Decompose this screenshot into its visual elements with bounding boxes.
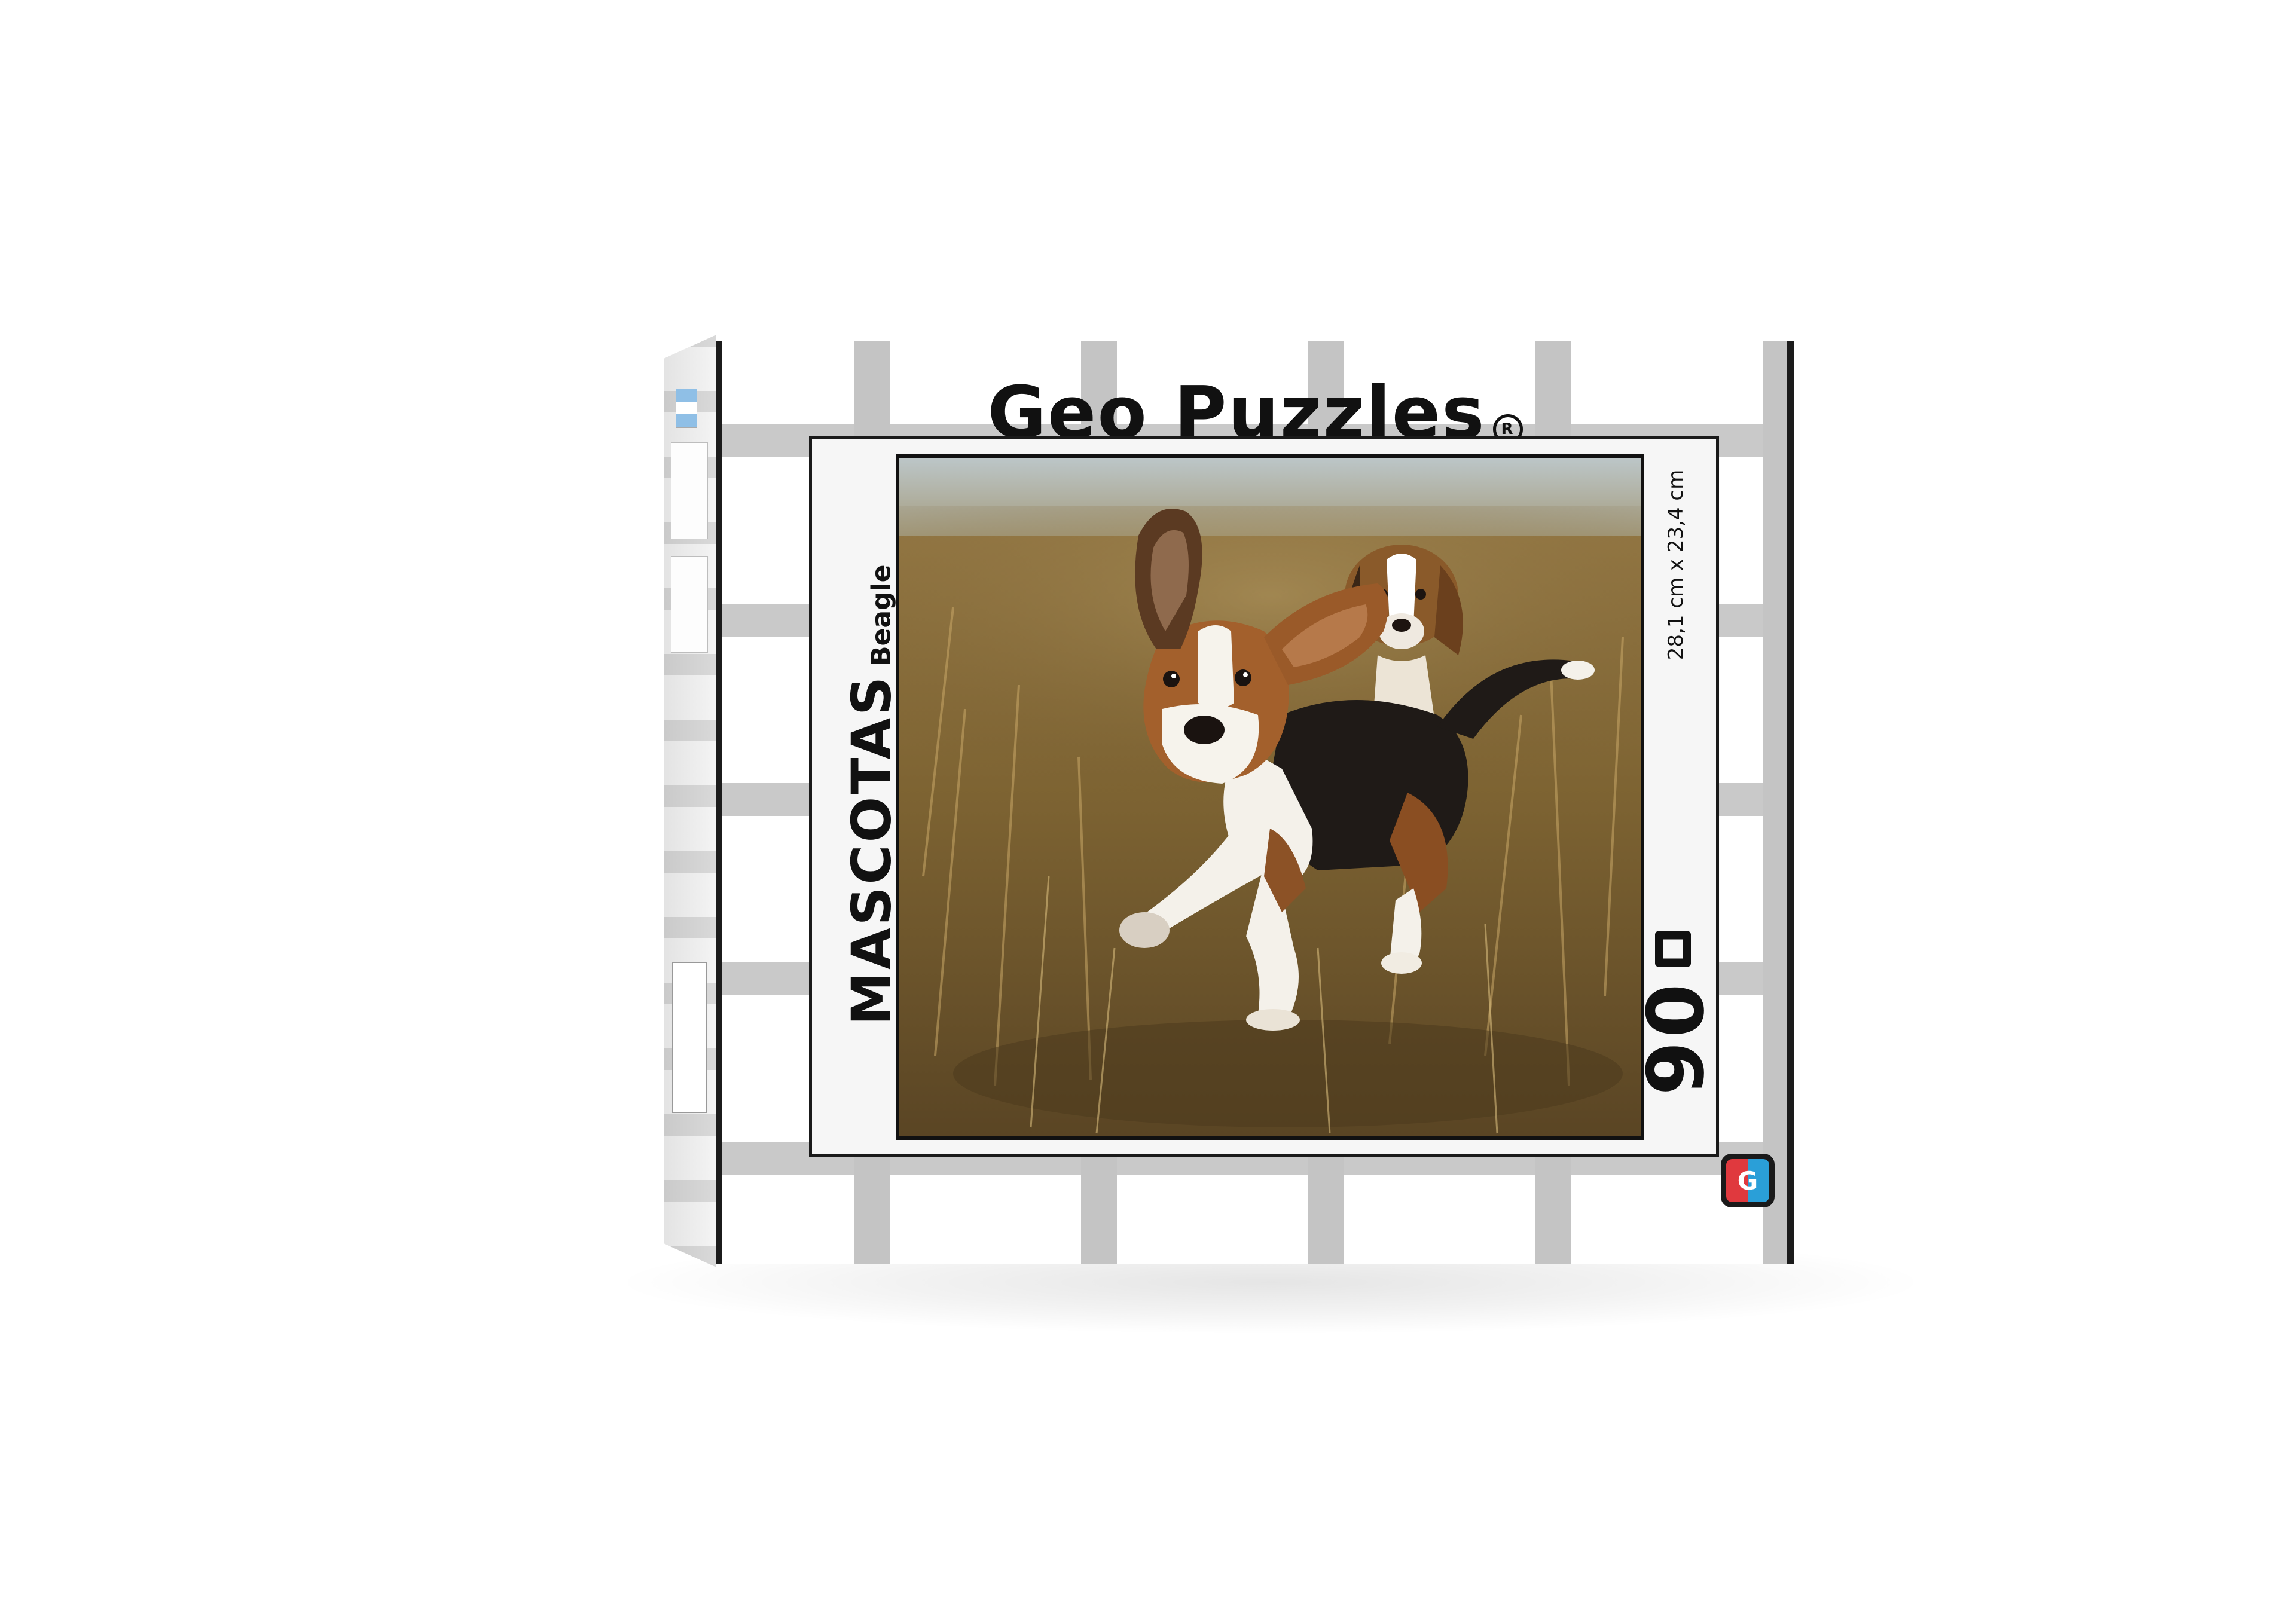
dimensions-label: 28,1 cm x 23,4 cm (1655, 445, 1697, 684)
side-info-label (671, 556, 708, 653)
box-front: Geo Puzzles R MASCOTASBeagle 28,1 cm x 2… (716, 341, 1794, 1264)
brand-logo-icon: G (1721, 1154, 1775, 1207)
product-subtitle: Beagle (866, 564, 897, 667)
puzzle-piece-icon (1655, 931, 1691, 967)
side-size-table (672, 962, 707, 1113)
flag-icon (676, 389, 697, 428)
product-card: MASCOTAS Beagle 28,1 cm x 23,4 cm 90 (809, 436, 1721, 1157)
beagle-photo (899, 458, 1641, 1136)
brand-logo-letter: G (1726, 1159, 1769, 1202)
piece-count-number: 90 (1631, 980, 1721, 1096)
dimensions-text: 28,1 cm x 23,4 cm (1664, 469, 1688, 661)
box-edge (716, 341, 722, 1264)
piece-count: 90 (1631, 894, 1721, 1133)
box-side-panel (664, 335, 716, 1267)
series-title: MASCOTAS (840, 674, 903, 1026)
puzzle-photo (896, 454, 1644, 1140)
box-edge (1787, 341, 1794, 1264)
side-info-label (671, 442, 708, 539)
